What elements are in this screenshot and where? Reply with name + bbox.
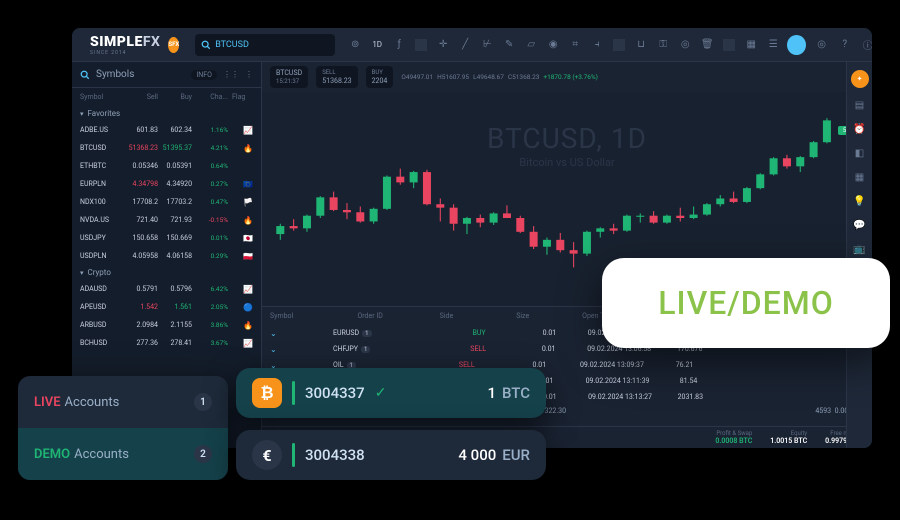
symbol-row[interactable]: USDJPY150.658150.6690.01%🇯🇵	[72, 229, 261, 247]
user-avatar[interactable]	[787, 35, 806, 55]
live-accounts-tab[interactable]: LIVEAccounts 1	[18, 376, 228, 428]
status-bar	[292, 443, 295, 467]
eye-icon[interactable]: ◎	[679, 39, 691, 51]
check-icon: ✓	[375, 385, 387, 401]
calendar-icon[interactable]: ▦	[853, 170, 867, 184]
account-amount: 4 000EUR	[375, 446, 530, 464]
hotlist-icon[interactable]: ◧	[853, 146, 867, 160]
brush-icon[interactable]: ✎	[503, 39, 515, 51]
symbols-header: Symbols INFO ⋮⋮ ⋮	[72, 62, 261, 88]
buy-chip[interactable]: BUY2204	[366, 66, 394, 88]
account-card[interactable]: €3004338 4 000EUR	[236, 430, 546, 480]
info-pill[interactable]: INFO	[191, 70, 217, 80]
eur-icon: €	[252, 440, 282, 470]
horizontal-line-icon[interactable]: ⊬	[481, 39, 493, 51]
demo-count-badge: 2	[194, 445, 212, 463]
shapes-icon[interactable]: ▱	[525, 39, 537, 51]
demo-accounts-tab[interactable]: DEMOAccounts 2	[18, 428, 228, 480]
topbar-right: ◎ ? ⓘ ₿ 2984163 ▾	[787, 34, 872, 56]
symbol-group[interactable]: Favorites	[72, 106, 261, 121]
status-bar	[292, 381, 295, 405]
footer-stat: Equity1.0015 BTC	[770, 430, 807, 445]
symbols-title: Symbols	[96, 69, 185, 80]
footer-stat: Profit & Swap0.0008 BTC	[715, 430, 752, 445]
live-count-badge: 1	[194, 393, 212, 411]
settings-icon[interactable]: ☰	[767, 39, 779, 51]
notifications-icon[interactable]: ◎	[814, 37, 829, 53]
symbols-columns: SymbolSellBuyCha...Flag	[72, 88, 261, 106]
chart-toolbar: ⊚ 1D ƒ ✛ ╱ ⊬ ✎ ▱ ◉ ⌗ ⫞ ⊔ ⚿ ◎ 🗑 ▦ ☰	[343, 39, 779, 51]
ideas-icon[interactable]: 💡	[853, 194, 867, 208]
candlestick-chart	[272, 102, 832, 274]
watchlist-icon[interactable]: ▤	[853, 98, 867, 112]
account-amount: 1BTC	[396, 384, 530, 402]
sfx-icon[interactable]: ✦	[851, 70, 869, 88]
symbol-chip[interactable]: BTCUSD15:21:37	[270, 66, 308, 88]
live-demo-callout: LIVE/DEMO	[602, 258, 890, 348]
columns-icon[interactable]: ⋮⋮	[223, 70, 239, 79]
layout-icon[interactable]: ▦	[745, 39, 757, 51]
sell-chip[interactable]: SELL51368.23	[316, 66, 357, 88]
ruler-icon[interactable]: ⫞	[591, 39, 603, 51]
account-card[interactable]: ₿ 3004337 ✓ 1BTC	[236, 368, 546, 418]
chat-icon[interactable]: 💬	[853, 218, 867, 232]
crosshair-icon[interactable]: ✛	[437, 39, 449, 51]
symbol-row[interactable]: USDPLN4.059584.061580.29%🇵🇱	[72, 247, 261, 265]
magnet-icon[interactable]: ⊔	[635, 39, 647, 51]
symbol-group[interactable]: Crypto	[72, 265, 261, 280]
chart-header-row: BTCUSD15:21:37 SELL51368.23 BUY2204 O494…	[262, 62, 872, 92]
search-icon[interactable]	[80, 70, 90, 80]
btc-icon: ₿	[252, 378, 282, 408]
stream-icon[interactable]: 📺	[853, 242, 867, 256]
text-icon[interactable]: ◉	[547, 39, 559, 51]
logo: SIMPLEFX SINCE 2014	[90, 34, 160, 56]
account-number: 3004337	[305, 384, 365, 402]
trend-line-icon[interactable]: ╱	[459, 39, 471, 51]
symbol-row[interactable]: BTCUSD51368.2351395.374.21%🔥	[72, 139, 261, 157]
account-cards: ₿ 3004337 ✓ 1BTC €3004338 4 000EUR	[236, 368, 546, 480]
account-number: 3004338	[305, 446, 365, 464]
symbol-row[interactable]: NDX10017708.217703.20.47%🏳️	[72, 193, 261, 211]
more-icon[interactable]: ⋮	[245, 70, 253, 79]
search-icon	[201, 40, 211, 50]
lock-icon[interactable]: ⚿	[657, 39, 669, 51]
symbol-row[interactable]: BCHUSD277.36278.413.67%📈	[72, 334, 261, 352]
trash-icon[interactable]: 🗑	[701, 39, 713, 51]
info-icon[interactable]: ⓘ	[860, 37, 872, 53]
symbol-row[interactable]: ADBE.US601.83602.341.16%📈	[72, 121, 261, 139]
topbar: SIMPLEFX SINCE 2014 SFX BTCUSD ⊚ 1D ƒ ✛ …	[72, 28, 872, 62]
symbol-row[interactable]: ARBUSD2.09842.11553.86%🔥	[72, 316, 261, 334]
alerts-icon[interactable]: ⏰	[853, 122, 867, 136]
symbol-row[interactable]: EURPLN4.347984.349200.27%🇪🇺	[72, 175, 261, 193]
symbol-row[interactable]: APEUSD1.5421.5612.05%🔵	[72, 298, 261, 316]
symbol-row[interactable]: NVDA.US721.40721.93-0.15%🔥	[72, 211, 261, 229]
accounts-panel: LIVEAccounts 1 DEMOAccounts 2	[18, 376, 228, 480]
timeframe-selector[interactable]: 1D	[371, 39, 383, 51]
help-icon[interactable]: ?	[837, 37, 852, 53]
ohlc-display: O49497.01 H51607.95 L49648.67 C51368.23 …	[401, 73, 598, 81]
symbol-search[interactable]: BTCUSD	[195, 34, 335, 56]
sfx-badge: SFX	[168, 37, 179, 53]
fx-icon[interactable]: ƒ	[393, 39, 405, 51]
right-strip: ✦ ▤ ⏰ ◧ ▦ 💡 💬 📺	[846, 62, 872, 448]
pattern-icon[interactable]: ⌗	[569, 39, 581, 51]
camera-icon[interactable]: ⊚	[349, 39, 361, 51]
symbol-row[interactable]: ADAUSD0.57910.57966.42%📈	[72, 280, 261, 298]
symbol-row[interactable]: ETHBTC0.053460.053910.64%	[72, 157, 261, 175]
